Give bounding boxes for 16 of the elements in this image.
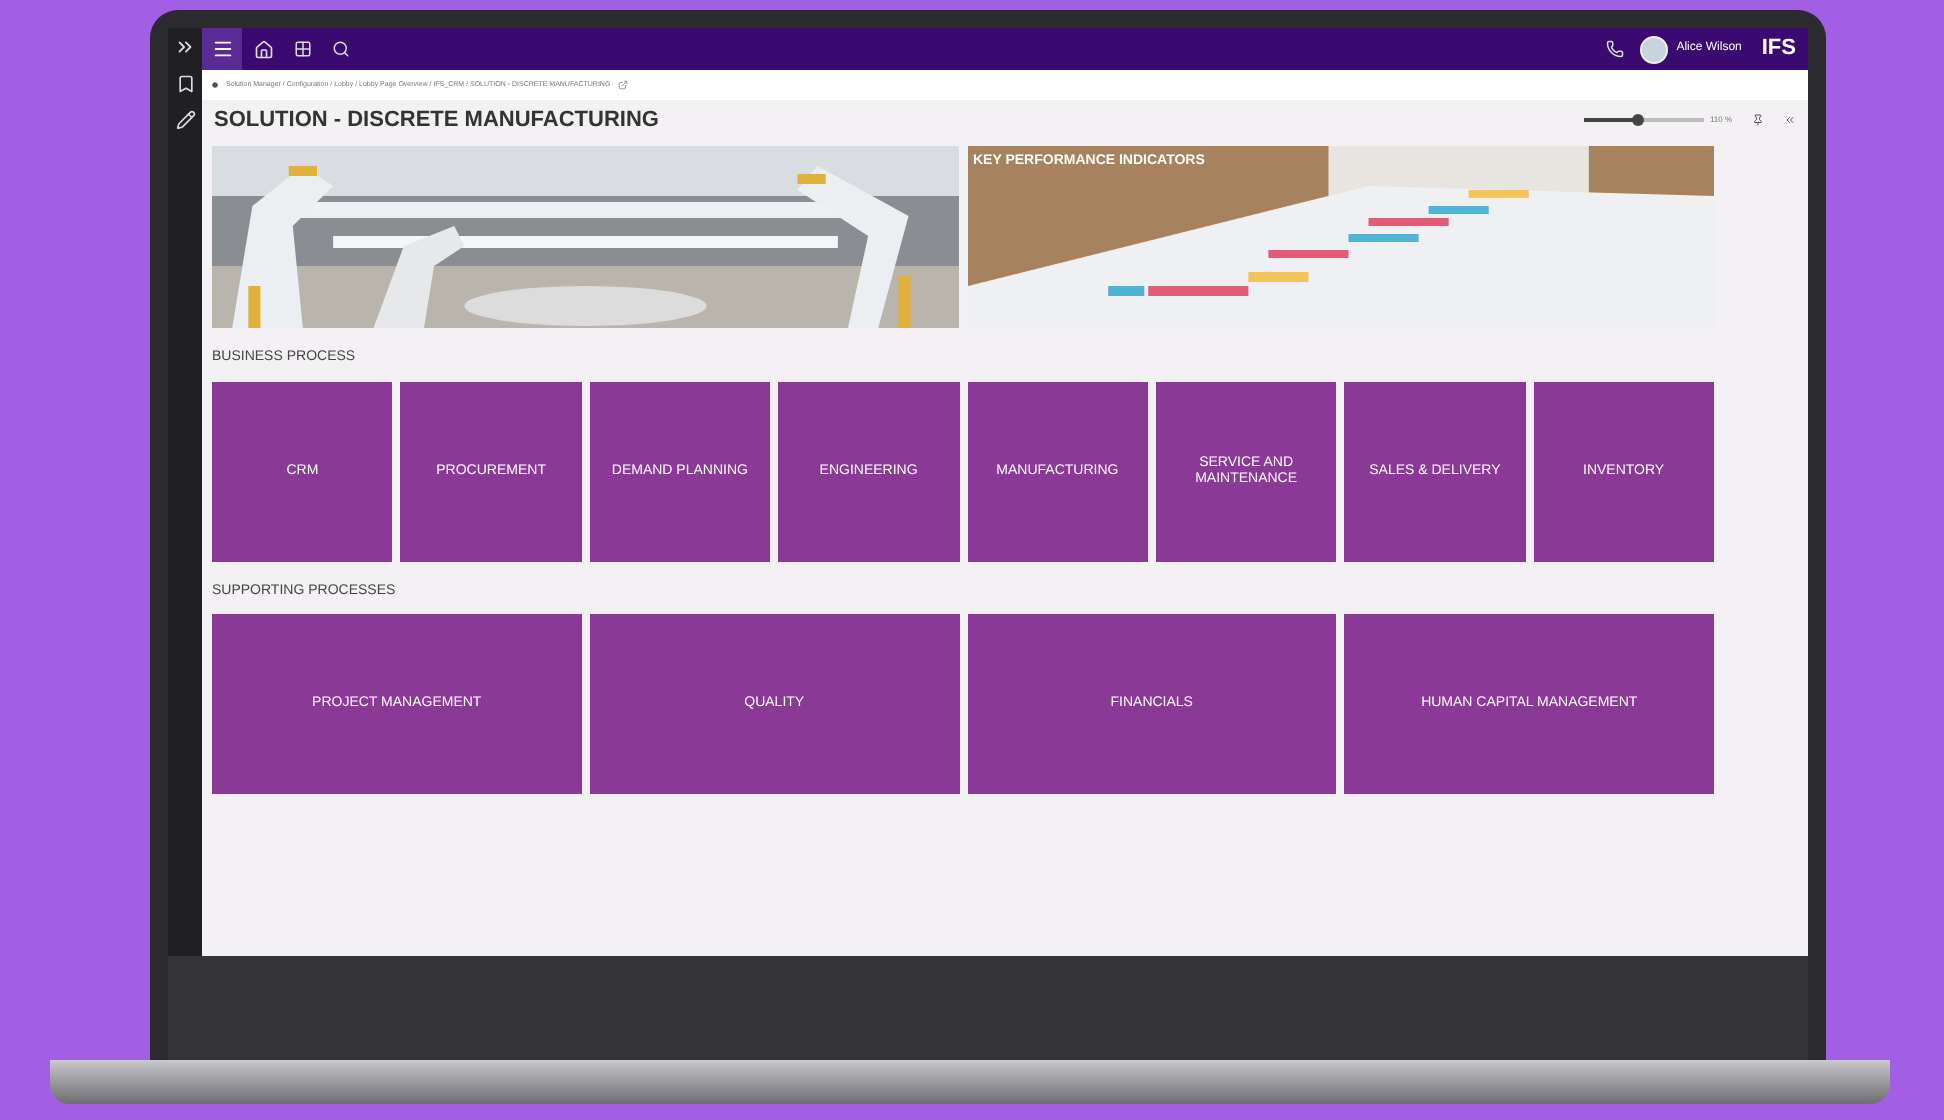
pencil-icon[interactable] xyxy=(175,110,195,130)
bookmark-icon[interactable] xyxy=(175,74,195,94)
menu-button[interactable] xyxy=(202,28,242,70)
menu-icon xyxy=(211,38,233,60)
link-icon[interactable] xyxy=(618,80,629,90)
pin-icon[interactable] xyxy=(1752,114,1764,126)
collapse-icon[interactable] xyxy=(1784,114,1796,126)
user-avatar[interactable] xyxy=(1640,35,1669,63)
search-icon[interactable] xyxy=(332,40,350,58)
expand-icon[interactable] xyxy=(174,36,196,58)
logo: IFS xyxy=(1761,34,1796,65)
page-title: SOLUTION - DISCRETE MANUFACTURING xyxy=(214,105,659,136)
bullet-icon xyxy=(212,82,218,88)
home-icon[interactable] xyxy=(254,39,274,59)
phone-icon[interactable] xyxy=(1606,40,1625,58)
grid-icon[interactable] xyxy=(294,40,312,58)
